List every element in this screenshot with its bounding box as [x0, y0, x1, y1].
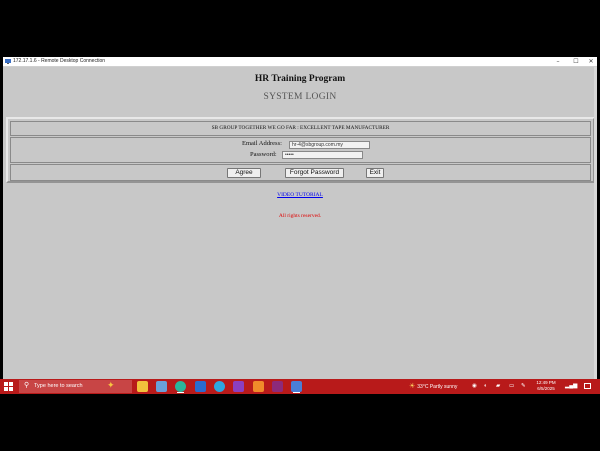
wifi-icon[interactable]: ▂▄▆	[565, 383, 577, 389]
tray-badge-icon[interactable]: ◐	[484, 383, 487, 389]
page-title: HR Training Program	[254, 74, 346, 84]
rdp-active-indicator	[293, 392, 300, 393]
search-icon: ⚲	[24, 382, 30, 389]
edge-active-indicator	[177, 392, 184, 393]
edge-icon[interactable]	[175, 381, 186, 392]
minimize-button[interactable]: –	[549, 57, 567, 66]
window-titlebar[interactable]: 172.17.1.6 - Remote Desktop Connection –…	[3, 57, 597, 67]
scrollbar[interactable]	[594, 67, 597, 379]
display-icon[interactable]: ▭	[509, 383, 514, 389]
orange-app-icon[interactable]	[253, 381, 264, 392]
search-placeholder: Type here to search	[34, 383, 83, 389]
weather-desc: Partly sunny	[429, 384, 458, 390]
notepad-icon[interactable]	[156, 381, 167, 392]
actions-row: Agree Forgot Password Exit	[10, 164, 591, 181]
close-button[interactable]: ✕	[585, 57, 597, 66]
chat-icon[interactable]: ▰	[496, 383, 500, 389]
notification-icon[interactable]	[584, 383, 591, 389]
email-label: Email Address:	[242, 140, 282, 147]
network-icon[interactable]: ◉	[472, 383, 477, 389]
video-tutorial-link[interactable]: VIDEO TUTORIAL	[3, 192, 597, 198]
copyright-text: All rights reserved.	[278, 213, 322, 219]
weather-temp: 33°C	[417, 384, 429, 390]
password-field[interactable]: •••••	[282, 151, 363, 159]
credentials-row: Email Address: hr-4@sbgroup.com.my Passw…	[10, 137, 591, 163]
clock-date: 6/5/2025	[537, 386, 555, 391]
file-explorer-icon[interactable]	[137, 381, 148, 392]
email-field[interactable]: hr-4@sbgroup.com.my	[289, 141, 370, 149]
remote-desktop-window: 172.17.1.6 - Remote Desktop Connection –…	[3, 57, 597, 379]
exit-button[interactable]: Exit	[366, 168, 384, 178]
window-title: 172.17.1.6 - Remote Desktop Connection	[13, 58, 105, 64]
partly-sunny-icon: ☀	[409, 383, 416, 390]
login-form: SB GROUP TOGETHER WE GO FAR : EXCELLENT …	[6, 117, 595, 183]
mail-icon[interactable]	[195, 381, 206, 392]
page-content: HR Training Program SYSTEM LOGIN SB GROU…	[3, 67, 597, 379]
remote-desktop-taskbar-icon[interactable]	[291, 381, 302, 392]
onenote-icon[interactable]	[233, 381, 244, 392]
password-label: Password:	[250, 151, 277, 158]
taskbar: ⚲ Type here to search ✦ ☀ 33°C Partly sun…	[0, 379, 600, 394]
sparkle-icon: ✦	[107, 380, 115, 390]
windows-start-icon[interactable]	[4, 382, 13, 391]
pen-icon[interactable]: ✎	[521, 383, 526, 389]
agree-button[interactable]: Agree	[227, 168, 261, 178]
weather-widget[interactable]: ☀ 33°C Partly sunny	[409, 382, 457, 390]
page-subtitle: SYSTEM LOGIN	[263, 92, 337, 102]
company-banner: SB GROUP TOGETHER WE GO FAR : EXCELLENT …	[10, 121, 591, 136]
taskbar-search[interactable]: ⚲ Type here to search ✦	[19, 380, 132, 393]
system-clock[interactable]: 12:49 PM 6/5/2025	[531, 380, 561, 392]
forgot-password-button[interactable]: Forgot Password	[285, 168, 344, 178]
telegram-icon[interactable]	[214, 381, 225, 392]
remote-desktop-icon	[5, 59, 11, 64]
maximize-button[interactable]: ☐	[567, 57, 585, 66]
winrar-icon[interactable]	[272, 381, 283, 392]
